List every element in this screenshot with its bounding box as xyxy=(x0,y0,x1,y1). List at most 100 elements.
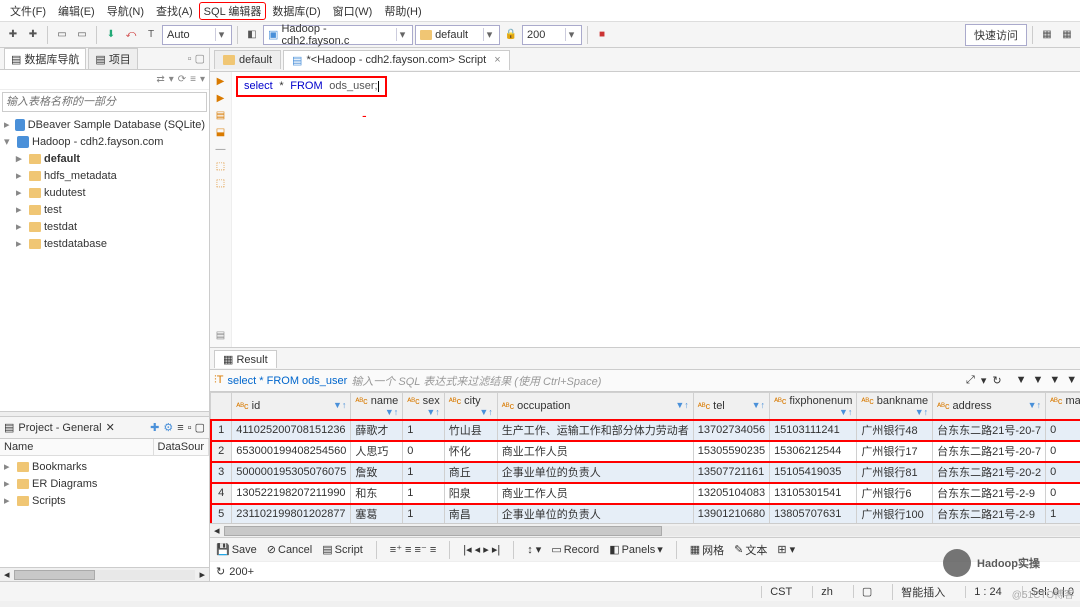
cell[interactable]: 13205104083 xyxy=(693,483,769,504)
quick-access[interactable]: 快速访问 xyxy=(965,24,1027,46)
project-item[interactable]: ▸Bookmarks xyxy=(0,458,209,475)
cell[interactable]: 13805707631 xyxy=(770,504,857,524)
menu-edit[interactable]: 编辑(E) xyxy=(52,3,101,19)
menu-help[interactable]: 帮助(H) xyxy=(378,3,427,19)
save-button[interactable]: 💾 Save xyxy=(216,543,257,556)
export-icon[interactable]: ⬚ xyxy=(216,161,225,172)
tree-item[interactable]: ▸kudutest xyxy=(0,184,209,201)
tab-projects[interactable]: ▤项目 xyxy=(88,48,137,69)
refresh-icon[interactable]: ↻ xyxy=(216,565,225,578)
menu-nav[interactable]: 导航(N) xyxy=(101,3,150,19)
commit-icon[interactable]: ⬇ xyxy=(102,26,120,44)
cell[interactable]: 商丘 xyxy=(444,462,497,483)
cell[interactable]: 0 xyxy=(403,441,445,462)
cell[interactable]: 1 xyxy=(1046,504,1080,524)
col-header[interactable]: ᴬᴮᴄ sex ▼↑ xyxy=(403,393,445,420)
link-icon[interactable]: ⇄ xyxy=(156,74,164,85)
cell[interactable]: 0 xyxy=(1046,483,1080,504)
cell[interactable]: 500000195305076075 xyxy=(232,462,351,483)
run-step-icon[interactable]: ▶ xyxy=(217,93,225,104)
stop-icon[interactable]: ■ xyxy=(593,26,611,44)
cell[interactable]: 1 xyxy=(403,483,445,504)
grid-view-button[interactable]: ▦ 网格 xyxy=(690,542,724,558)
cell[interactable]: 0 xyxy=(1046,441,1080,462)
cell[interactable]: 薛歌才 xyxy=(351,420,403,441)
nav-first-icon[interactable]: |◂ ◂ ▸ ▸| xyxy=(463,543,500,556)
menu-sql-editor[interactable]: SQL 编辑器 xyxy=(199,2,267,20)
cell[interactable]: 台东东二路21号-20-7 xyxy=(933,441,1046,462)
cell[interactable]: 商业工作人员 xyxy=(497,483,693,504)
record-button[interactable]: ▭ Record xyxy=(551,543,599,556)
nav-search-input[interactable] xyxy=(2,92,207,112)
tree-item[interactable]: ▾Hadoop - cdh2.fayson.com xyxy=(0,133,209,150)
project-item[interactable]: ▸ER Diagrams xyxy=(0,475,209,492)
cell[interactable]: 广州银行17 xyxy=(857,441,933,462)
cell[interactable]: 阳泉 xyxy=(444,483,497,504)
cell[interactable]: 411025200708151236 xyxy=(232,420,351,441)
rollback-icon[interactable]: ⤺ xyxy=(122,26,140,44)
tree-item[interactable]: ▸testdatabase xyxy=(0,235,209,252)
sql-icon2[interactable]: ▭ xyxy=(73,26,91,44)
new-icon[interactable]: ✚ xyxy=(4,26,22,44)
perspective-icon2[interactable]: ▦ xyxy=(1058,26,1076,44)
row-number[interactable]: 5 xyxy=(211,504,232,524)
tx-icon[interactable]: T xyxy=(142,26,160,44)
explain-icon[interactable]: ⬓ xyxy=(216,127,225,138)
cell[interactable]: 企事业单位的负责人 xyxy=(497,462,693,483)
cell[interactable]: 竹山县 xyxy=(444,420,497,441)
tree-item[interactable]: ▸hdfs_metadata xyxy=(0,167,209,184)
cell[interactable]: 0 xyxy=(1046,420,1080,441)
grid-hscroll[interactable]: ◂▸ xyxy=(210,523,1080,537)
cell[interactable]: 130522198207211990 xyxy=(232,483,351,504)
col-header[interactable]: ᴬᴮᴄ city ▼↑ xyxy=(444,393,497,420)
panels-button[interactable]: ◧ Panels ▾ xyxy=(609,543,663,556)
cell[interactable]: 台东东二路21号-2-9 xyxy=(933,483,1046,504)
cell[interactable]: 塞葛 xyxy=(351,504,403,524)
tab-result[interactable]: ▦ Result xyxy=(214,350,277,368)
close-icon[interactable]: × xyxy=(494,54,500,66)
run-script-icon[interactable]: ▤ xyxy=(216,110,225,121)
cell[interactable]: 台东东二路21号-2-9 xyxy=(933,504,1046,524)
col-header[interactable]: ᴬᴮᴄ tel ▼↑ xyxy=(693,393,769,420)
filter-hint[interactable]: 输入一个 SQL 表达式来过滤结果 (使用 Ctrl+Space) xyxy=(351,373,962,389)
cell[interactable]: 231102199801202877 xyxy=(232,504,351,524)
cell[interactable]: 生产工作、运输工作和部分体力劳动者 xyxy=(497,420,693,441)
col-header[interactable]: ᴬᴮᴄ occupation ▼↑ xyxy=(497,393,693,420)
tree-item[interactable]: ▸testdat xyxy=(0,218,209,235)
cell[interactable]: 和东 xyxy=(351,483,403,504)
cell[interactable]: 台东东二路21号-20-2 xyxy=(933,462,1046,483)
editor-gutter[interactable]: ▶ ▶ ▤ ⬓ — ⬚ ⬚ ▤ xyxy=(210,72,232,347)
cell[interactable]: 人思巧 xyxy=(351,441,403,462)
row-number[interactable]: 4 xyxy=(211,483,232,504)
cell[interactable]: 企事业单位的负责人 xyxy=(497,504,693,524)
limit-icon[interactable]: 🔒 xyxy=(502,26,520,44)
cell[interactable]: 广州银行48 xyxy=(857,420,933,441)
menu-window[interactable]: 窗口(W) xyxy=(327,3,379,19)
sql-text[interactable]: select * FROM ods_user; xyxy=(236,76,387,97)
menu-database[interactable]: 数据库(D) xyxy=(266,3,326,19)
project-item[interactable]: ▸Scripts xyxy=(0,492,209,509)
cell[interactable]: 台东东二路21号-20-7 xyxy=(933,420,1046,441)
text-view-button[interactable]: ✎ 文本 xyxy=(734,542,767,558)
cell[interactable]: 13507721161 xyxy=(693,462,769,483)
cell[interactable]: 广州银行100 xyxy=(857,504,933,524)
cell[interactable]: 15103111241 xyxy=(770,420,857,441)
new-conn-icon[interactable]: ✚ xyxy=(24,26,42,44)
cell[interactable]: 商业工作人员 xyxy=(497,441,693,462)
cell[interactable]: 13702734056 xyxy=(693,420,769,441)
expand-icon[interactable]: ⤢ xyxy=(966,374,975,387)
cell[interactable]: 15306212544 xyxy=(770,441,857,462)
menu-search[interactable]: 查找(A) xyxy=(150,3,199,19)
cancel-button[interactable]: ⊘ Cancel xyxy=(267,543,312,556)
tree-item[interactable]: ▸default xyxy=(0,150,209,167)
row-number[interactable]: 3 xyxy=(211,462,232,483)
col-header[interactable]: ᴬᴮᴄ name ▼↑ xyxy=(351,393,403,420)
tree-item[interactable]: ▸DBeaver Sample Database (SQLite) xyxy=(0,116,209,133)
tree-item[interactable]: ▸test xyxy=(0,201,209,218)
cell[interactable]: 653000199408254560 xyxy=(232,441,351,462)
schema-combo[interactable]: default▾ xyxy=(415,25,500,45)
sql-icon[interactable]: ▭ xyxy=(53,26,71,44)
col-header[interactable]: ᴬᴮᴄ fixphonenum ▼↑ xyxy=(770,393,857,420)
import-icon[interactable]: ⬚ xyxy=(216,178,225,189)
connection-combo[interactable]: ▣ Hadoop - cdh2.fayson.c▾ xyxy=(263,25,413,45)
